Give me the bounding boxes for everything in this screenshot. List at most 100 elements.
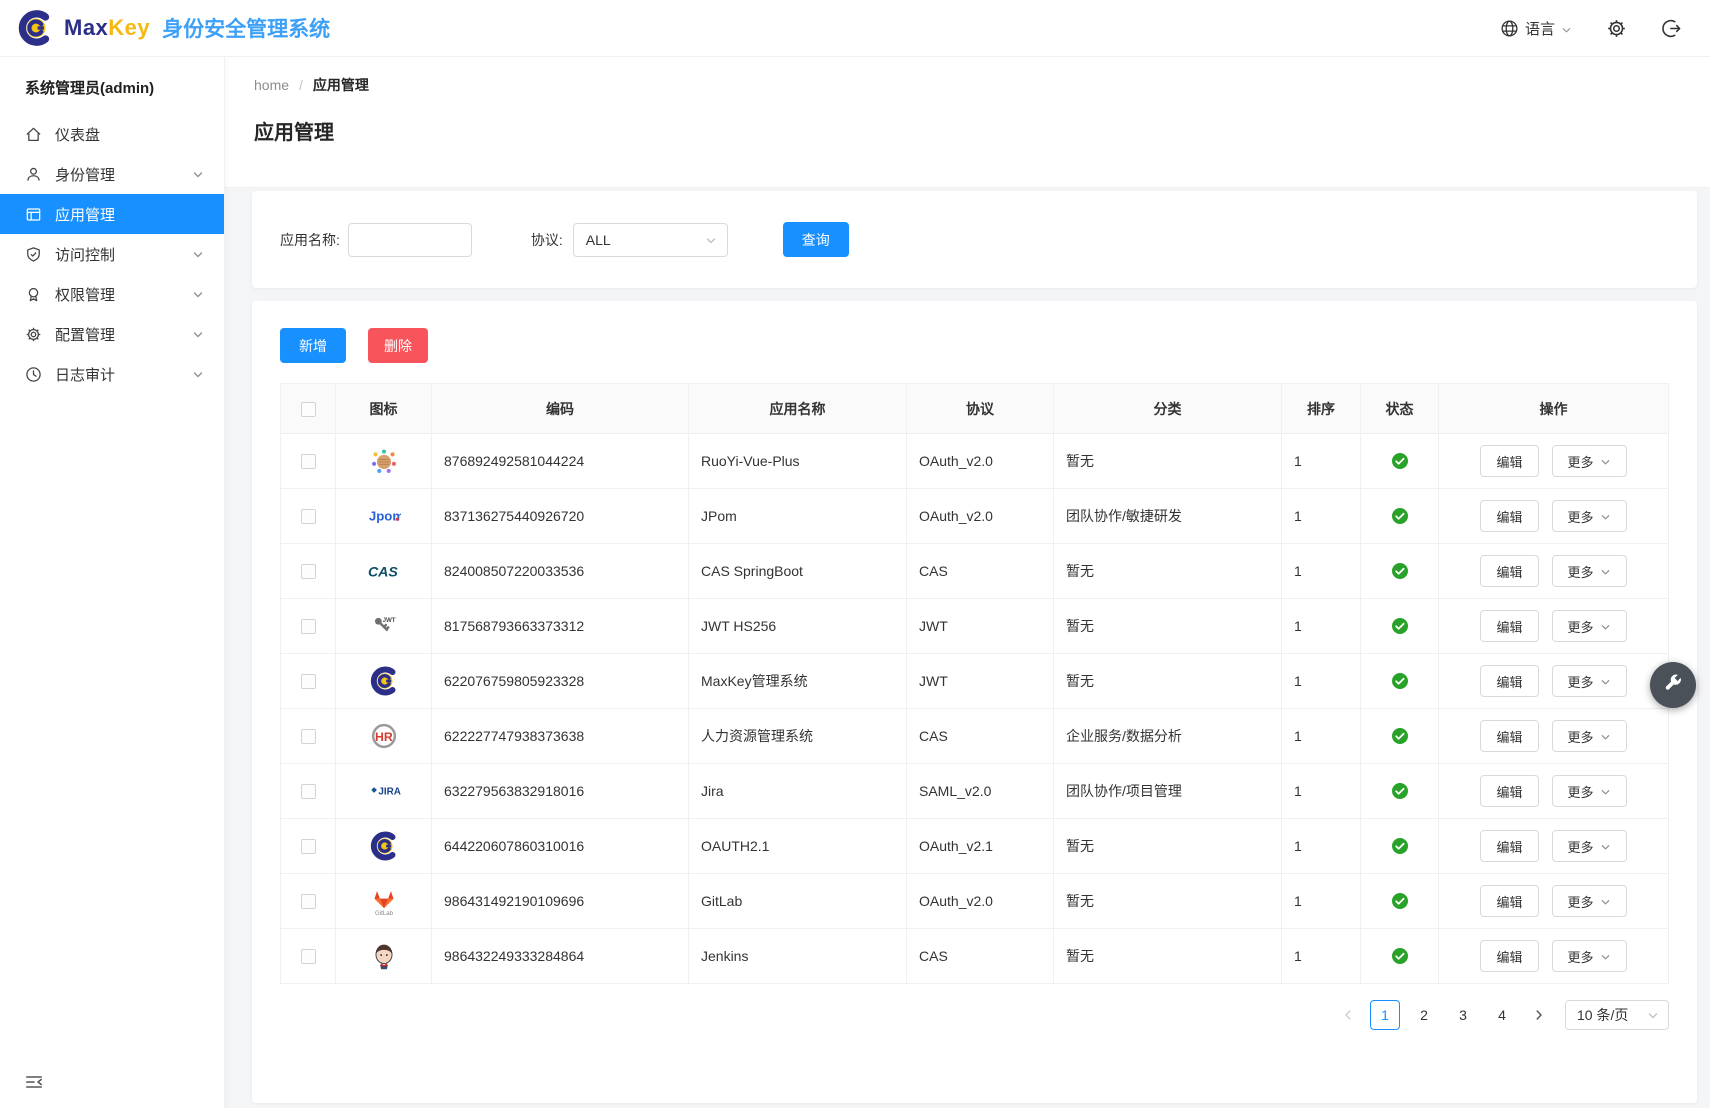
sidebar-item-permissions[interactable]: 权限管理 <box>0 274 224 314</box>
select-all-checkbox[interactable] <box>301 402 316 417</box>
more-button[interactable]: 更多 <box>1552 720 1627 752</box>
breadcrumb-separator: / <box>299 77 303 93</box>
theme-config-button[interactable] <box>1650 662 1696 708</box>
table-row: 644220607860310016OAUTH2.1OAuth_v2.1暂无1编… <box>281 819 1669 874</box>
row-checkbox[interactable] <box>301 619 316 634</box>
sidebar: 系统管理员(admin) 仪表盘身份管理应用管理访问控制权限管理配置管理日志审计 <box>0 57 225 1108</box>
chevron-down-icon <box>1647 1009 1659 1021</box>
add-button[interactable]: 新增 <box>280 328 346 363</box>
edit-button[interactable]: 编辑 <box>1480 610 1538 642</box>
more-button[interactable]: 更多 <box>1552 830 1627 862</box>
app-category-cell: 企业服务/数据分析 <box>1054 709 1282 764</box>
app-protocol-cell: OAuth_v2.0 <box>907 874 1054 929</box>
page-size-select[interactable]: 10 条/页 <box>1565 1000 1669 1030</box>
row-checkbox[interactable] <box>301 894 316 909</box>
delete-button[interactable]: 删除 <box>368 328 428 363</box>
more-button[interactable]: 更多 <box>1552 500 1627 532</box>
edit-button[interactable]: 编辑 <box>1480 500 1538 532</box>
protocol-select[interactable]: ALL <box>573 223 728 257</box>
app-protocol-cell: CAS <box>907 929 1054 984</box>
pagination-page-1[interactable]: 1 <box>1370 1000 1400 1030</box>
edit-button[interactable]: 编辑 <box>1480 830 1538 862</box>
row-checkbox[interactable] <box>301 454 316 469</box>
row-select-cell <box>281 764 336 819</box>
row-select-cell <box>281 654 336 709</box>
app-protocol-cell: CAS <box>907 709 1054 764</box>
edit-button[interactable]: 编辑 <box>1480 720 1538 752</box>
status-enabled-icon <box>1391 617 1409 635</box>
app-code-cell: 632279563832918016 <box>432 764 689 819</box>
chevron-down-icon <box>1600 511 1611 522</box>
table-row: JIRA632279563832918016JiraSAML_v2.0团队协作/… <box>281 764 1669 819</box>
sidebar-item-identity[interactable]: 身份管理 <box>0 154 224 194</box>
gitlab-logo: GitLab <box>367 884 401 918</box>
pagination-next-icon[interactable] <box>1526 1000 1552 1030</box>
app-status-cell <box>1361 544 1439 599</box>
brand: MaxKey 身份安全管理系统 <box>14 7 330 49</box>
row-actions-cell: 编辑更多 <box>1439 764 1669 819</box>
row-actions-cell: 编辑更多 <box>1439 709 1669 764</box>
app-protocol-cell: SAML_v2.0 <box>907 764 1054 819</box>
pagination-page-3[interactable]: 3 <box>1448 1000 1478 1030</box>
edit-button[interactable]: 编辑 <box>1480 775 1538 807</box>
pagination-page-2[interactable]: 2 <box>1409 1000 1439 1030</box>
apps-table-head: 图标编码应用名称协议分类排序状态操作 <box>281 384 1669 434</box>
row-checkbox[interactable] <box>301 674 316 689</box>
chevron-down-icon <box>192 368 204 380</box>
sidebar-collapse-button[interactable] <box>24 1072 44 1092</box>
row-checkbox[interactable] <box>301 509 316 524</box>
app-code-cell: 824008507220033536 <box>432 544 689 599</box>
pagination-prev-icon[interactable] <box>1335 1000 1361 1030</box>
more-button[interactable]: 更多 <box>1552 665 1627 697</box>
chevron-down-icon <box>1600 951 1611 962</box>
app-status-cell <box>1361 764 1439 819</box>
more-button[interactable]: 更多 <box>1552 940 1627 972</box>
logout-button[interactable] <box>1661 18 1682 39</box>
row-select-cell <box>281 489 336 544</box>
sidebar-item-config[interactable]: 配置管理 <box>0 314 224 354</box>
page-header: home / 应用管理 应用管理 <box>225 57 1710 188</box>
row-checkbox[interactable] <box>301 839 316 854</box>
row-actions-cell: 编辑更多 <box>1439 874 1669 929</box>
app-icon-cell: HR <box>336 709 432 764</box>
app-name-input[interactable] <box>348 223 472 257</box>
edit-button[interactable]: 编辑 <box>1480 885 1538 917</box>
sidebar-item-apps[interactable]: 应用管理 <box>0 194 224 234</box>
page-size-value: 10 条/页 <box>1577 1005 1628 1025</box>
sidebar-item-label: 仪表盘 <box>55 124 100 145</box>
app-sort-cell: 1 <box>1282 544 1361 599</box>
column-header: 状态 <box>1361 384 1439 434</box>
app-icon-cell <box>336 929 432 984</box>
row-checkbox[interactable] <box>301 784 316 799</box>
search-button[interactable]: 查询 <box>783 222 849 257</box>
more-button[interactable]: 更多 <box>1552 555 1627 587</box>
app-category-cell: 暂无 <box>1054 434 1282 489</box>
more-button[interactable]: 更多 <box>1552 445 1627 477</box>
apps-icon <box>25 206 42 223</box>
app-name-cell: RuoYi-Vue-Plus <box>689 434 907 489</box>
more-button[interactable]: 更多 <box>1552 775 1627 807</box>
sidebar-item-audit[interactable]: 日志审计 <box>0 354 224 394</box>
shield-icon <box>25 246 42 263</box>
pagination-page-4[interactable]: 4 <box>1487 1000 1517 1030</box>
sidebar-item-dashboard[interactable]: 仪表盘 <box>0 114 224 154</box>
row-checkbox[interactable] <box>301 729 316 744</box>
row-checkbox[interactable] <box>301 949 316 964</box>
edit-button[interactable]: 编辑 <box>1480 555 1538 587</box>
breadcrumb-home[interactable]: home <box>254 77 289 93</box>
chevron-down-icon <box>1600 566 1611 577</box>
row-actions-cell: 编辑更多 <box>1439 544 1669 599</box>
edit-button[interactable]: 编辑 <box>1480 665 1538 697</box>
app-icon-cell: CAS <box>336 544 432 599</box>
settings-button[interactable] <box>1606 18 1627 39</box>
sidebar-item-access[interactable]: 访问控制 <box>0 234 224 274</box>
language-switcher[interactable]: 语言 <box>1500 18 1572 39</box>
edit-button[interactable]: 编辑 <box>1480 940 1538 972</box>
app-code-cell: 622227747938373638 <box>432 709 689 764</box>
more-button[interactable]: 更多 <box>1552 610 1627 642</box>
sidebar-item-label: 应用管理 <box>55 204 115 225</box>
row-checkbox[interactable] <box>301 564 316 579</box>
table-row: CAS824008507220033536CAS SpringBootCAS暂无… <box>281 544 1669 599</box>
edit-button[interactable]: 编辑 <box>1480 445 1538 477</box>
more-button[interactable]: 更多 <box>1552 885 1627 917</box>
